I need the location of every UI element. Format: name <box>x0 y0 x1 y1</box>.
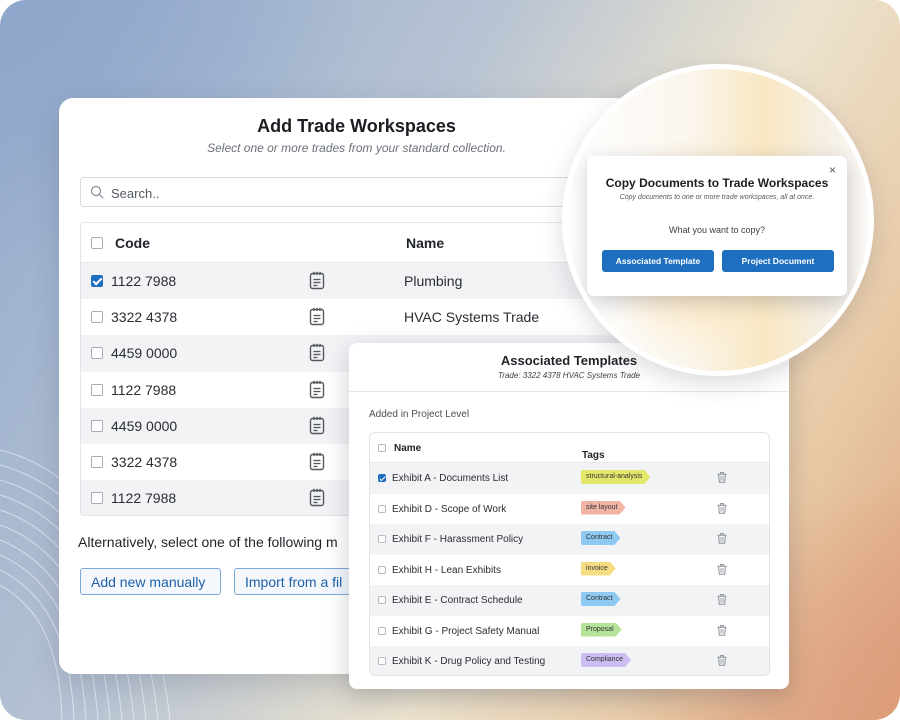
template-name: Exhibit G - Project Safety Manual <box>392 625 540 637</box>
trade-name: Plumbing <box>404 273 463 289</box>
associated-templates-panel: Associated Templates Trade: 3322 4378 HV… <box>349 343 789 689</box>
copy-documents-dialog: × Copy Documents to Trade Workspaces Cop… <box>587 156 847 296</box>
trade-code: 4459 0000 <box>111 345 178 362</box>
tag-badge: site layout <box>581 501 626 515</box>
trash-icon[interactable] <box>717 563 727 575</box>
table-header: Name Tags <box>370 433 769 463</box>
row-checkbox[interactable] <box>91 492 103 505</box>
table-row[interactable]: Exhibit K - Drug Policy and Testing Compl… <box>370 646 769 675</box>
divider <box>349 391 789 392</box>
template-name: Exhibit D - Scope of Work <box>392 503 507 515</box>
dialog-subtitle: Copy documents to one or more trade work… <box>619 194 815 201</box>
row-checkbox[interactable] <box>378 504 386 513</box>
row-checkbox[interactable] <box>378 626 386 635</box>
close-icon[interactable]: × <box>829 163 836 177</box>
search-icon <box>90 185 104 199</box>
tag-badge: Contract <box>581 531 620 545</box>
trade-code: 3322 4378 <box>111 309 178 326</box>
associated-template-button[interactable]: Associated Template <box>602 250 714 272</box>
template-name: Exhibit H - Lean Exhibits <box>392 564 501 576</box>
tag-badge: Compliance <box>581 653 631 667</box>
tag-badge: Proposal <box>581 623 622 637</box>
trash-icon[interactable] <box>717 502 727 514</box>
select-all-checkbox[interactable] <box>91 237 103 249</box>
template-name: Exhibit E - Contract Schedule <box>392 595 523 606</box>
import-from-file-button[interactable]: Import from a fil <box>234 568 364 595</box>
add-new-manually-button[interactable]: Add new manually <box>80 568 221 595</box>
table-row[interactable]: Exhibit H - Lean Exhibits invoice <box>370 555 769 586</box>
trash-icon[interactable] <box>717 624 727 636</box>
templates-table: Name Tags Exhibit A - Documents List stru… <box>369 432 770 676</box>
row-checkbox[interactable] <box>91 419 103 432</box>
trade-code: 1122 7988 <box>111 273 177 289</box>
dialog-subtitle: Select one or more trades from your stan… <box>207 141 506 155</box>
document-icon[interactable] <box>309 343 325 362</box>
table-row[interactable]: Exhibit A - Documents List structural-ana… <box>370 463 769 494</box>
section-label: Added in Project Level <box>369 409 470 420</box>
row-checkbox[interactable] <box>91 455 103 468</box>
search-box[interactable] <box>80 177 640 207</box>
row-checkbox[interactable] <box>91 347 103 360</box>
table-body: Exhibit A - Documents List structural-ana… <box>370 463 769 675</box>
dialog-title: Add Trade Workspaces <box>257 116 456 136</box>
trade-code: 3322 4378 <box>111 453 178 470</box>
row-checkbox[interactable] <box>378 565 386 574</box>
trash-icon[interactable] <box>717 533 727 544</box>
tag-badge: structural-analysis <box>581 470 650 484</box>
trade-name: HVAC Systems Trade <box>404 309 540 326</box>
document-icon[interactable] <box>309 416 325 435</box>
trash-icon[interactable] <box>717 594 727 605</box>
table-header: Code Name <box>81 223 639 263</box>
table-row[interactable]: Exhibit G - Project Safety Manual Proposa… <box>370 616 769 647</box>
tag-badge: invoice <box>581 562 616 576</box>
document-icon[interactable] <box>309 307 325 326</box>
project-document-button[interactable]: Project Document <box>722 250 834 272</box>
row-checkbox[interactable] <box>91 311 103 324</box>
row-checkbox[interactable] <box>91 275 103 287</box>
trade-code: 1122 7988 <box>111 490 177 507</box>
tag-badge: Contract <box>581 592 620 606</box>
row-checkbox[interactable] <box>378 535 386 543</box>
table-row[interactable]: Exhibit F - Harassment Policy Contract <box>370 524 769 555</box>
trash-icon[interactable] <box>717 655 727 666</box>
table-row[interactable]: Exhibit D - Scope of Work site layout <box>370 494 769 525</box>
trade-code: 4459 0000 <box>111 417 178 434</box>
trade-code: 1122 7988 <box>111 381 177 398</box>
table-row[interactable]: 1122 7988 Plumbing <box>81 263 639 300</box>
template-name: Exhibit K - Drug Policy and Testing <box>392 656 546 667</box>
select-all-checkbox[interactable] <box>378 444 386 452</box>
magnifier-callout: × Copy Documents to Trade Workspaces Cop… <box>562 64 874 376</box>
document-icon[interactable] <box>309 488 325 507</box>
alternative-text: Alternatively, select one of the followi… <box>78 534 338 550</box>
row-checkbox[interactable] <box>378 596 386 604</box>
row-checkbox[interactable] <box>378 474 386 482</box>
copy-question: What you want to copy? <box>668 225 766 235</box>
dialog-title: Copy Documents to Trade Workspaces <box>605 176 829 190</box>
template-name: Exhibit A - Documents List <box>392 473 509 484</box>
name-column-header: Name <box>394 443 422 454</box>
table-row[interactable]: Exhibit E - Contract Schedule Contract <box>370 585 769 616</box>
document-icon[interactable] <box>309 452 325 471</box>
template-name: Exhibit F - Harassment Policy <box>392 534 524 545</box>
document-icon[interactable] <box>309 271 325 290</box>
code-column-header: Code <box>115 235 150 251</box>
name-column-header: Name <box>406 235 445 251</box>
row-checkbox[interactable] <box>378 657 386 665</box>
table-row[interactable]: 3322 4378 HVAC Systems Trade <box>81 299 639 335</box>
tags-column-header: Tags <box>582 450 605 461</box>
document-icon[interactable] <box>309 380 325 399</box>
row-checkbox[interactable] <box>91 383 103 396</box>
trash-icon[interactable] <box>717 472 727 483</box>
search-input[interactable] <box>111 182 611 204</box>
